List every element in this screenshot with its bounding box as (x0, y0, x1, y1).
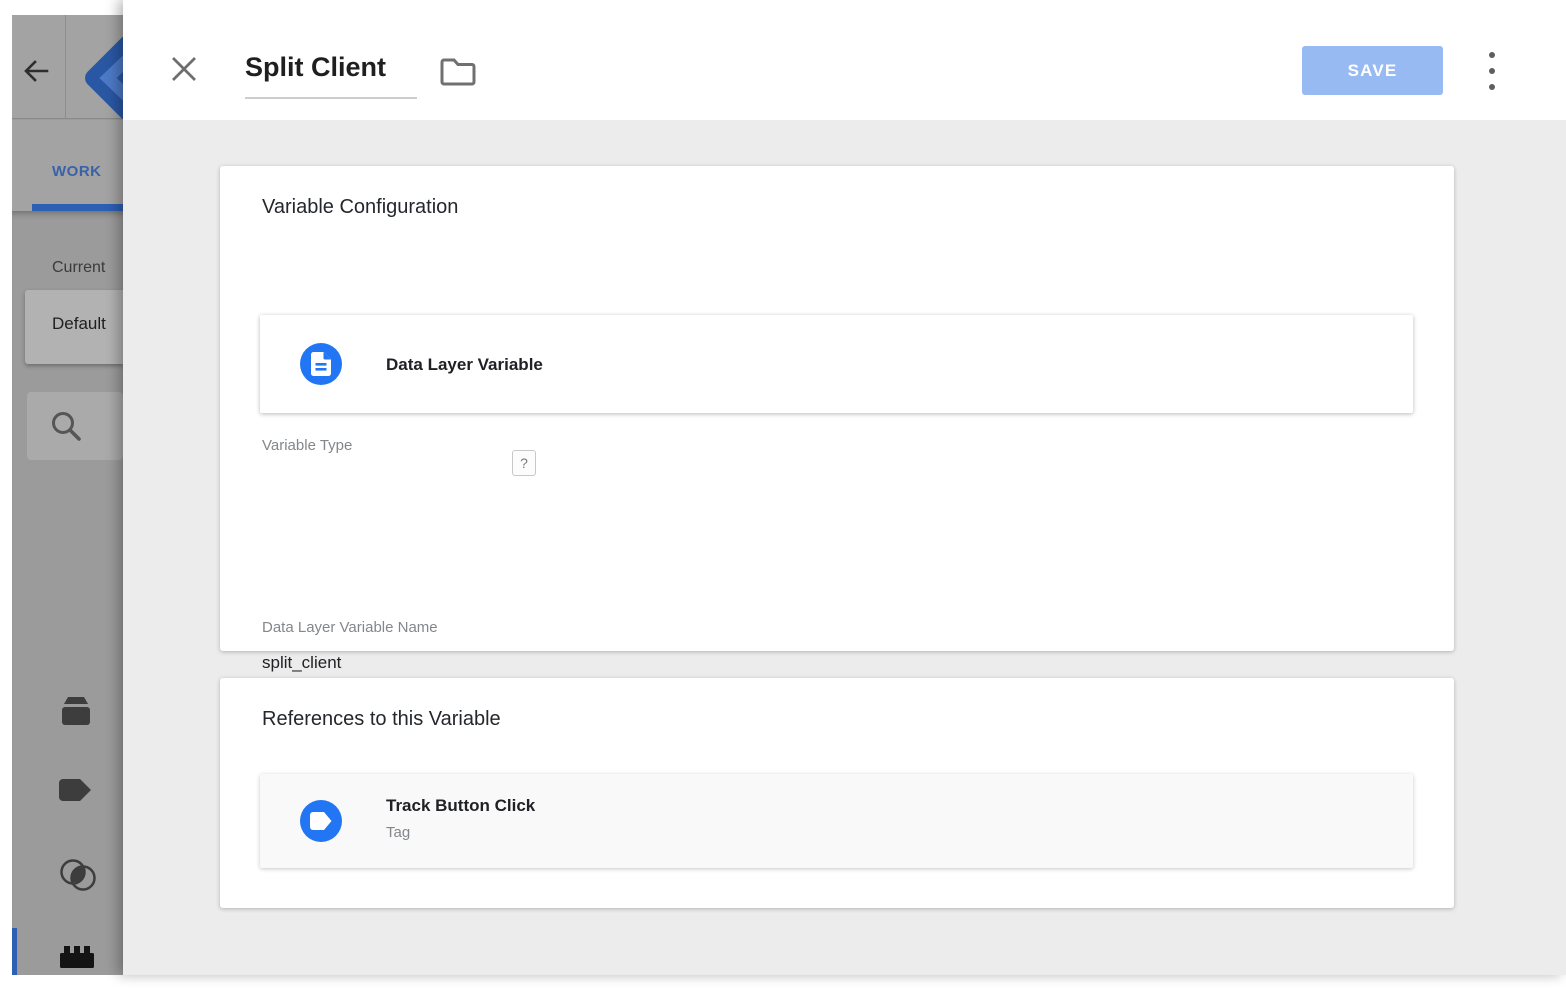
kebab-dot (1489, 68, 1495, 74)
references-card: References to this Variable Track Button… (220, 678, 1454, 908)
sidebar-item-variables-selected[interactable] (58, 944, 98, 975)
tab-active-underline (32, 204, 123, 211)
background-sidebar-content: Current Default (12, 211, 123, 975)
sidebar-item-overview[interactable] (58, 695, 98, 731)
data-layer-variable-name-value: split_client (262, 653, 341, 673)
variable-configuration-heading: Variable Configuration (262, 196, 458, 219)
save-button[interactable]: SAVE (1302, 46, 1443, 95)
workspace-selector-card[interactable]: Default (25, 290, 123, 364)
variable-type-value: Data Layer Variable (386, 355, 543, 375)
variable-type-label: Variable Type (262, 437, 352, 454)
reference-row[interactable]: Track Button Click Tag (260, 774, 1413, 868)
data-layer-variable-name-label: Data Layer Variable Name (262, 619, 438, 636)
data-layer-variable-icon (300, 343, 342, 385)
editor-topbar: Split Client SAVE (123, 0, 1566, 120)
references-heading: References to this Variable (262, 708, 501, 731)
help-icon[interactable]: ? (512, 450, 536, 476)
gtm-logo (66, 15, 123, 119)
variable-type-row[interactable]: Data Layer Variable (260, 315, 1413, 413)
title-underline (245, 97, 417, 99)
tag-reference-icon (300, 800, 342, 842)
variable-brick-icon (58, 957, 96, 974)
sidebar-item-tags[interactable] (58, 778, 98, 814)
page: WORK Current Default (0, 0, 1566, 990)
arrow-left-icon (22, 72, 50, 89)
current-workspace-label: Current (52, 259, 105, 277)
move-to-folder-button[interactable] (440, 57, 476, 89)
tab-workspace[interactable]: WORK (52, 163, 102, 180)
kebab-dot (1489, 84, 1495, 90)
trigger-icon (58, 878, 98, 895)
close-button[interactable] (170, 55, 200, 85)
background-app-header (12, 15, 123, 119)
dimmed-background-sidebar: WORK Current Default (12, 15, 123, 975)
reference-name: Track Button Click (386, 796, 535, 816)
workspace-name: Default (52, 314, 106, 334)
folder-outline-icon (440, 74, 476, 91)
reference-type: Tag (386, 824, 410, 841)
variable-configuration-card: Variable Configuration Variable Type Dat… (220, 166, 1454, 651)
close-icon (170, 70, 198, 87)
kebab-dot (1489, 52, 1495, 58)
more-options-button[interactable] (1480, 50, 1504, 92)
sidebar-item-triggers[interactable] (58, 859, 98, 895)
selected-nav-indicator (12, 928, 17, 975)
background-tab-bar: WORK (12, 120, 123, 211)
overview-icon (58, 714, 94, 731)
back-button[interactable] (22, 57, 52, 87)
tag-icon (58, 789, 94, 806)
variable-title-input[interactable]: Split Client (245, 52, 386, 83)
variable-editor-panel: Split Client SAVE Variable Configuration… (123, 0, 1566, 975)
search-box[interactable] (27, 392, 123, 460)
